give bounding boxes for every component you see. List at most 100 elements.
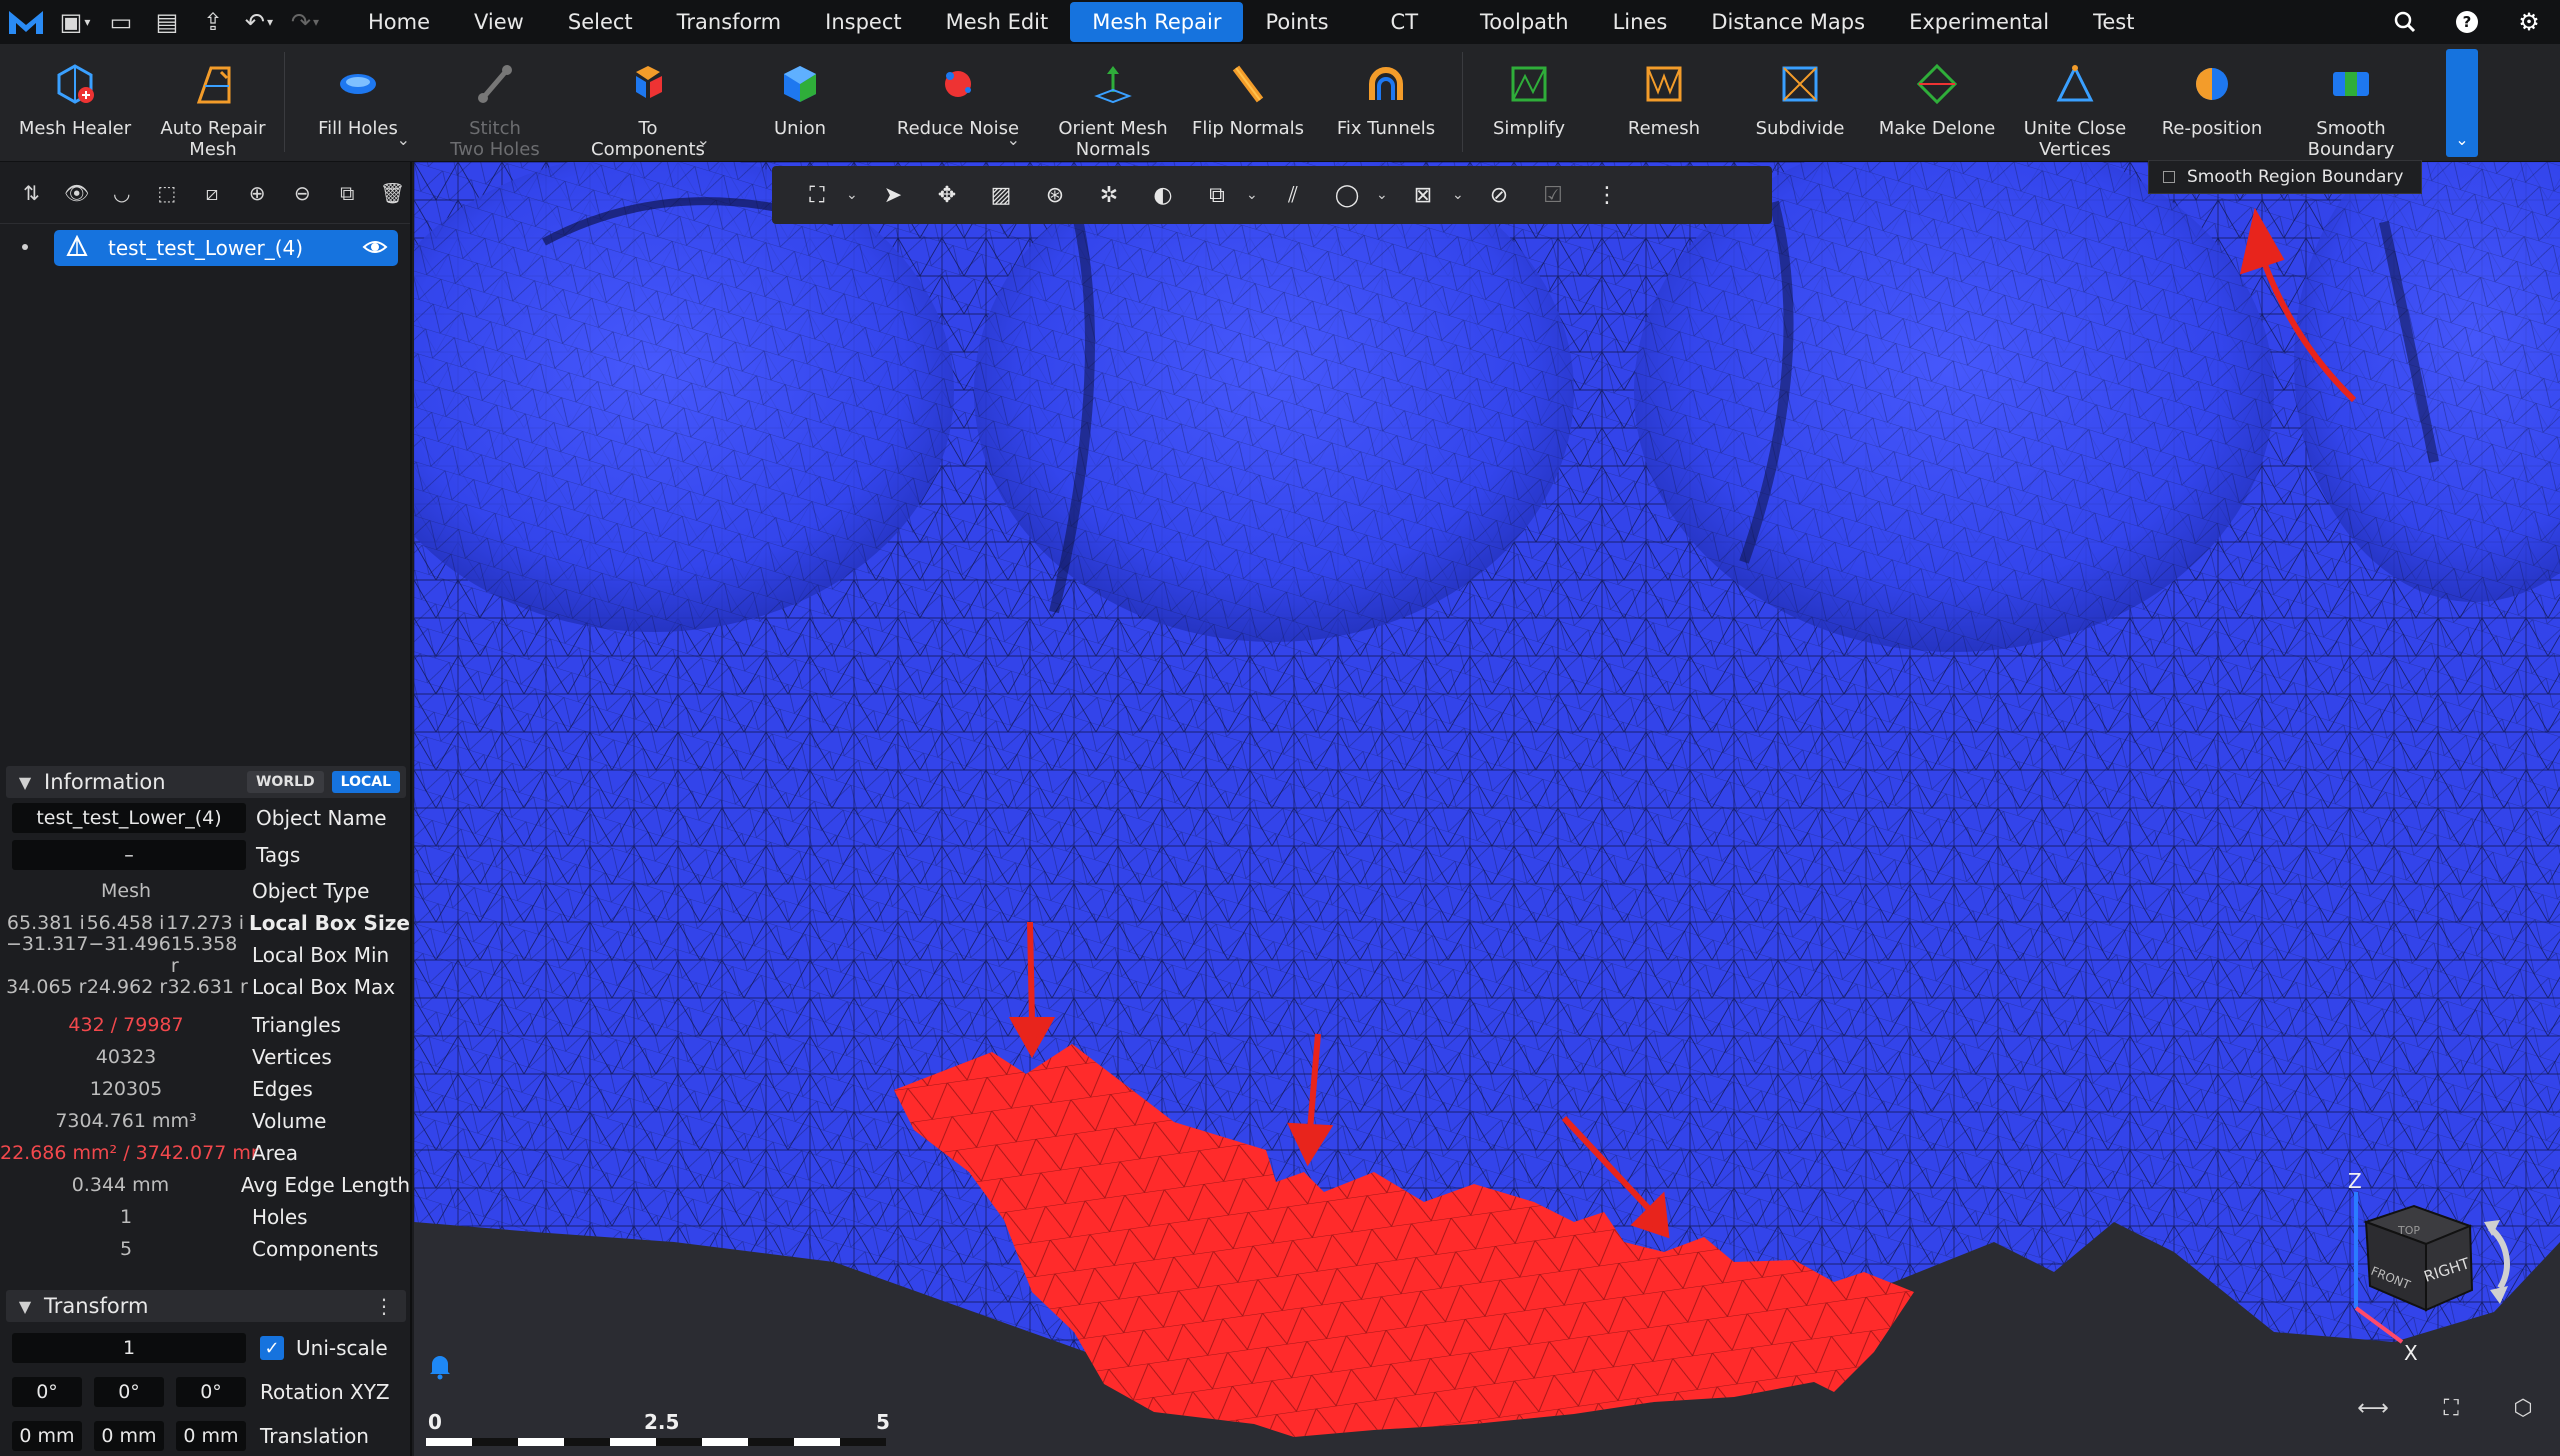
mesh-healer-button[interactable]: Mesh Healer [19, 44, 131, 162]
reposition-button[interactable]: Re-position [2162, 44, 2262, 162]
menu-distance-maps[interactable]: Distance Maps [1689, 0, 1887, 44]
deselect-all-icon[interactable]: ⧄ [194, 175, 229, 211]
ribbon-more-chevron-icon[interactable]: ⌄ [2446, 49, 2478, 157]
world-toggle[interactable]: WORLD [246, 771, 324, 793]
select-arrow-icon[interactable]: ➤ [868, 172, 918, 218]
app-logo-icon[interactable] [0, 0, 52, 44]
orient-mesh-normals-button[interactable]: Orient Mesh Normals [1058, 44, 1168, 162]
undo-icon[interactable]: ↶ ▾ [236, 0, 282, 44]
translation-z-input[interactable]: 0 mm [176, 1421, 246, 1451]
move-up-icon[interactable]: ⊕ [240, 175, 275, 211]
hide-all-icon[interactable]: ◡ [104, 175, 139, 211]
move-down-icon[interactable]: ⊖ [285, 175, 320, 211]
invert-selection-icon[interactable]: ⊘ [1474, 172, 1524, 218]
fill-holes-dropdown-icon[interactable]: ⌄ [397, 130, 410, 149]
box-select-icon[interactable]: ⊠ [1398, 172, 1448, 218]
delete-trash-icon[interactable]: 🗑 [375, 175, 410, 211]
measure-ruler-icon[interactable]: ⟷ [2357, 1396, 2389, 1421]
subdivide-button[interactable]: Subdivide [1752, 44, 1848, 162]
save-icon[interactable]: ▤ [144, 0, 190, 44]
menu-mesh-repair[interactable]: Mesh Repair [1070, 2, 1244, 42]
mesh-render[interactable] [414, 162, 2560, 1456]
3d-viewport[interactable] [414, 162, 2560, 1456]
rotation-z-input[interactable]: 0° [176, 1377, 246, 1407]
box-select-dropdown-icon[interactable]: ⌄ [1452, 187, 1470, 203]
menu-home[interactable]: Home [346, 0, 452, 44]
duplicate-view-icon[interactable]: ⧉ [1192, 172, 1242, 218]
fix-tunnels-button[interactable]: Fix Tunnels [1337, 44, 1435, 162]
make-delone-button[interactable]: Make Delone [1879, 44, 1995, 162]
view-mode-dropdown-icon[interactable]: ⌄ [1246, 187, 1264, 203]
help-icon[interactable]: ? [2436, 0, 2498, 44]
search-icon[interactable] [2374, 0, 2436, 44]
tags-field[interactable]: – [12, 840, 246, 870]
visibility-eye-icon[interactable] [362, 236, 388, 263]
menu-mesh-edit[interactable]: Mesh Edit [924, 0, 1071, 44]
perspective-cube-icon[interactable]: ⬡ [2513, 1396, 2532, 1421]
auto-repair-mesh-button[interactable]: Auto Repair Mesh [158, 44, 268, 162]
reduce-noise-dropdown-icon[interactable]: ⌄ [1007, 130, 1020, 149]
collapse-chevron-icon[interactable]: ▼ [6, 1297, 44, 1316]
fit-view-icon[interactable]: ⛶ [792, 172, 842, 218]
show-all-eye-icon[interactable]: 👁 [59, 175, 94, 211]
render-mode-icon[interactable]: ◐ [1138, 172, 1188, 218]
menu-test[interactable]: Test [2071, 0, 2156, 44]
menu-select[interactable]: Select [546, 0, 655, 44]
new-scene-icon[interactable]: ▣ ▾ [52, 0, 98, 44]
sort-az-icon[interactable]: ⇅ [14, 175, 49, 211]
more-options-kebab-icon[interactable]: ⋮ [1582, 172, 1632, 218]
scene-object-item[interactable]: test_test_Lower_(4) [54, 230, 398, 266]
navigation-cube[interactable]: Z X TOP FRONT RIGHT [2340, 1168, 2540, 1368]
union-button[interactable]: Union [752, 44, 848, 162]
unite-close-vertices-button[interactable]: Unite Close Vertices [2020, 44, 2130, 162]
smooth-boundary-button[interactable]: Smooth Boundary [2304, 44, 2398, 162]
orbit-icon[interactable]: ⊛ [1030, 172, 1080, 218]
flip-normals-button[interactable]: Flip Normals [1192, 44, 1304, 162]
gizmo-icon[interactable]: ✲ [1084, 172, 1134, 218]
rotation-x-input[interactable]: 0° [12, 1377, 82, 1407]
menu-view[interactable]: View [452, 0, 546, 44]
transform-section-header[interactable]: ▼ Transform ⋮ [6, 1290, 406, 1322]
menu-transform[interactable]: Transform [655, 0, 803, 44]
to-components-button[interactable]: To Components ⌄ [590, 44, 710, 162]
transform-menu-kebab-icon[interactable]: ⋮ [374, 1294, 394, 1318]
menu-inspect[interactable]: Inspect [803, 0, 923, 44]
export-icon[interactable]: ⇪ [190, 0, 236, 44]
scale-input[interactable]: 1 [12, 1333, 246, 1363]
information-section-header[interactable]: ▼ Information WORLD LOCAL [6, 766, 406, 798]
menu-toolpath[interactable]: Toolpath [1458, 0, 1591, 44]
stitch-two-holes-button[interactable]: Stitch Two Holes [440, 44, 550, 162]
simplify-button[interactable]: Simplify [1484, 44, 1574, 162]
translation-y-input[interactable]: 0 mm [94, 1421, 164, 1451]
transform-row-rotation: 0° 0° 0° Rotation XYZ [0, 1376, 410, 1408]
clipping-plane-icon[interactable]: ⫽ [1268, 172, 1318, 218]
menu-ct[interactable]: CT [1351, 0, 1459, 44]
apply-checkbox-icon[interactable]: ☑ [1528, 172, 1578, 218]
collapse-chevron-icon[interactable]: ▼ [6, 773, 44, 792]
rotation-y-input[interactable]: 0° [94, 1377, 164, 1407]
settings-gear-icon[interactable]: ⚙ [2498, 0, 2560, 44]
object-name-field[interactable]: test_test_Lower_(4) [12, 803, 246, 833]
info-row-volume: 7304.761 mm³ Volume [55, 1109, 327, 1133]
fill-holes-button[interactable]: Fill Holes ⌄ [310, 44, 410, 162]
lasso-dropdown-icon[interactable]: ⌄ [1376, 187, 1394, 203]
redo-icon[interactable]: ↷ ▾ [282, 0, 328, 44]
menu-lines[interactable]: Lines [1591, 0, 1690, 44]
to-components-dropdown-icon[interactable]: ⌄ [697, 130, 710, 149]
fit-view-dropdown-icon[interactable]: ⌄ [846, 187, 864, 203]
move-icon[interactable]: ✥ [922, 172, 972, 218]
menu-experimental[interactable]: Experimental [1887, 0, 2071, 44]
select-all-icon[interactable]: ⬚ [149, 175, 184, 211]
menu-points[interactable]: Points [1243, 0, 1350, 44]
duplicate-icon[interactable]: ⧉ [330, 175, 365, 211]
lasso-icon[interactable]: ◯ [1322, 172, 1372, 218]
translation-x-input[interactable]: 0 mm [12, 1421, 82, 1451]
remesh-button[interactable]: Remesh [1618, 44, 1710, 162]
screenshot-icon[interactable]: ▨ [976, 172, 1026, 218]
local-toggle[interactable]: LOCAL [331, 771, 400, 793]
fullscreen-icon[interactable]: ⛶ [2443, 1396, 2458, 1421]
notification-bell-icon[interactable] [428, 1352, 452, 1380]
open-folder-icon[interactable]: ▭ [98, 0, 144, 44]
uniscale-checkbox[interactable]: ✓ [260, 1336, 284, 1360]
reduce-noise-button[interactable]: Reduce Noise ⌄ [897, 44, 1020, 162]
